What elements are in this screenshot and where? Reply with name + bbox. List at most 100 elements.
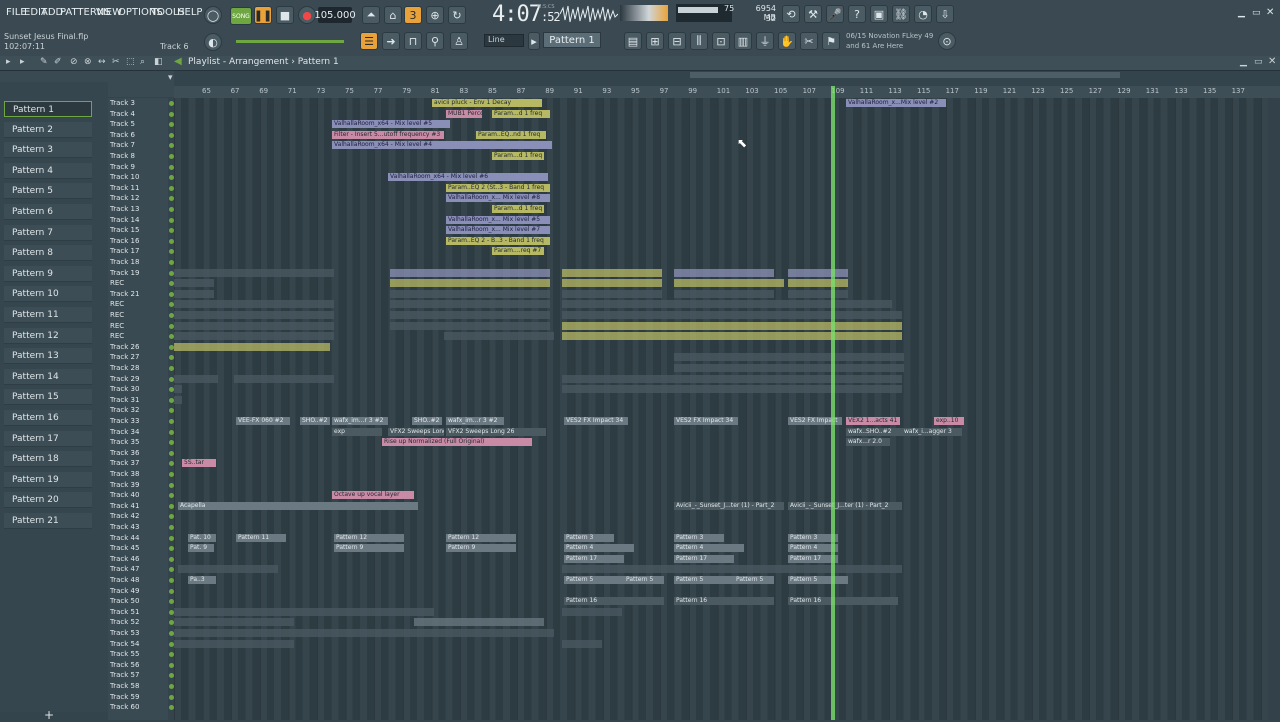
track-header[interactable]: Track 26: [110, 342, 174, 352]
minimize-icon[interactable]: ▁: [1238, 8, 1245, 18]
playlist-clip[interactable]: exp: [332, 427, 382, 436]
track-header[interactable]: Track 41: [110, 501, 174, 511]
track-header[interactable]: REC: [110, 299, 174, 309]
audio-clip[interactable]: [562, 300, 892, 309]
track-header[interactable]: Track 21: [110, 289, 174, 299]
playlist-clip[interactable]: ValhallaRoom_x...Mix level #2: [846, 99, 946, 107]
playlist-clip[interactable]: SHO..#2: [412, 417, 442, 425]
playlist-clip[interactable]: SHO..#2: [300, 417, 330, 425]
track-header[interactable]: Track 32: [110, 405, 174, 415]
master-volume-slider[interactable]: [236, 40, 344, 43]
wait-icon[interactable]: ⌂: [384, 6, 402, 24]
playlist-clip[interactable]: VFX2 Sweeps Long 26: [388, 427, 444, 436]
playlist-clip[interactable]: Pattern 5: [624, 576, 664, 584]
track-header[interactable]: REC: [110, 278, 174, 288]
track-header[interactable]: Track 42: [110, 511, 174, 521]
playlist-clip[interactable]: ValhallaRoom_x... Mix level #7: [446, 226, 550, 235]
playlist-clip[interactable]: ValhallaRoom_x64 - Mix level #4: [332, 141, 552, 150]
playlist-clip[interactable]: wafx_im...r 3 #2: [446, 417, 504, 425]
pattern-item[interactable]: Pattern 12: [4, 327, 92, 344]
track-header[interactable]: Track 51: [110, 607, 174, 617]
pattern-item[interactable]: Pattern 2: [4, 121, 92, 138]
track-header[interactable]: Track 49: [110, 586, 174, 596]
microphone-icon[interactable]: 🎤: [826, 5, 844, 23]
track-header[interactable]: Track 27: [110, 352, 174, 362]
piano-roll-icon[interactable]: ⊞: [646, 32, 664, 50]
audio-clip[interactable]: [562, 374, 902, 383]
track-header[interactable]: Track 29: [110, 374, 174, 384]
track-header[interactable]: Track 39: [110, 480, 174, 490]
step-edit-icon[interactable]: ⊕: [426, 6, 444, 24]
playlist-clip[interactable]: wafx..SHO..#2: [846, 427, 902, 436]
snap-select[interactable]: Line: [484, 34, 524, 47]
playlist-window-icon[interactable]: ▤: [624, 32, 642, 50]
audio-clip[interactable]: [174, 342, 330, 351]
audio-clip[interactable]: [788, 289, 848, 298]
audio-clip[interactable]: [174, 618, 294, 627]
track-header[interactable]: Track 33: [110, 416, 174, 426]
playlist-clip[interactable]: ValhallaRoom_x64 - Mix level #5: [332, 120, 450, 129]
playlist-clip[interactable]: Pattern 11: [236, 533, 286, 542]
audio-clip[interactable]: [562, 607, 622, 616]
pattern-item[interactable]: Pattern 13: [4, 348, 92, 365]
help-icon[interactable]: ?: [848, 5, 866, 23]
playlist-clip[interactable]: VEX2 1...acts 41: [846, 417, 900, 425]
pattern-item[interactable]: Pattern 6: [4, 204, 92, 220]
play-arrow-icon[interactable]: ▸: [6, 57, 11, 67]
slice-icon[interactable]: ✂: [112, 57, 120, 67]
link-icon[interactable]: ⚲: [426, 32, 444, 50]
plugin-database-icon[interactable]: ▥: [734, 32, 752, 50]
audio-clip[interactable]: [414, 618, 544, 627]
audio-clip[interactable]: [174, 395, 182, 404]
playlist-clip[interactable]: Pattern 5: [674, 576, 734, 584]
track-header[interactable]: Track 53: [110, 628, 174, 638]
track-header[interactable]: Track 58: [110, 681, 174, 691]
track-header[interactable]: Track 5: [110, 119, 174, 129]
audio-clip[interactable]: [178, 565, 278, 574]
playlist-clip[interactable]: Acapella: [178, 501, 418, 510]
prev-pattern-icon[interactable]: ▸: [528, 32, 540, 50]
playlist-clip[interactable]: Pattern 3: [564, 533, 614, 542]
mute-icon[interactable]: ⊗: [84, 57, 92, 67]
playlist-clip[interactable]: VEE-FX 060 #2: [236, 417, 290, 425]
playlist-clip[interactable]: Pattern 9: [446, 544, 516, 553]
track-header[interactable]: Track 37: [110, 458, 174, 468]
track-header[interactable]: Track 10: [110, 172, 174, 182]
audio-clip[interactable]: [174, 629, 554, 637]
window-close-icon[interactable]: ✕: [1268, 56, 1276, 67]
plugin-icon[interactable]: ⛓: [892, 5, 910, 23]
browser-icon[interactable]: ⊡: [712, 32, 730, 50]
track-header[interactable]: Track 48: [110, 575, 174, 585]
pattern-item[interactable]: Pattern 17: [4, 430, 92, 447]
track-header[interactable]: Track 12: [110, 193, 174, 203]
playlist-clip[interactable]: Octave up vocal layer: [332, 491, 414, 500]
audio-clip[interactable]: [562, 311, 902, 319]
audio-clip[interactable]: [390, 279, 550, 288]
audio-clip[interactable]: [674, 268, 774, 277]
mixer-icon[interactable]: ⚒: [804, 5, 822, 23]
news-icon[interactable]: ⊙: [938, 32, 956, 50]
zoom-icon[interactable]: ⌕: [140, 57, 145, 67]
track-header[interactable]: Track 17: [110, 246, 174, 256]
shop-icon[interactable]: ⚑: [822, 32, 840, 50]
pattern-item[interactable]: Pattern 15: [4, 389, 92, 406]
playlist-clip[interactable]: Pattern 9: [334, 544, 404, 553]
audio-clip[interactable]: [174, 639, 294, 648]
pattern-item[interactable]: Pattern 10: [4, 286, 92, 303]
tempo-tapper-icon[interactable]: ✋: [778, 32, 796, 50]
playlist-clip[interactable]: wafx_im...r 3 #2: [332, 417, 388, 425]
track-header[interactable]: Track 18: [110, 257, 174, 267]
track-header[interactable]: Track 3: [110, 98, 174, 108]
track-header[interactable]: Track 28: [110, 363, 174, 373]
track-header[interactable]: Track 16: [110, 236, 174, 246]
picker-arrow-icon[interactable]: ▾: [168, 73, 173, 83]
playback-icon[interactable]: ◧: [154, 57, 163, 67]
audio-clip[interactable]: [674, 289, 774, 298]
chat-icon[interactable]: ◔: [914, 5, 932, 23]
pattern-item[interactable]: Pattern 8: [4, 245, 92, 262]
playlist-clip[interactable]: Pattern 5: [788, 576, 848, 584]
countdown-icon[interactable]: 3: [404, 6, 422, 24]
track-header[interactable]: Track 46: [110, 554, 174, 564]
arrangement-icon[interactable]: ◀: [174, 56, 182, 67]
playlist-clip[interactable]: VFX2 Sweeps Long 26: [446, 427, 546, 436]
